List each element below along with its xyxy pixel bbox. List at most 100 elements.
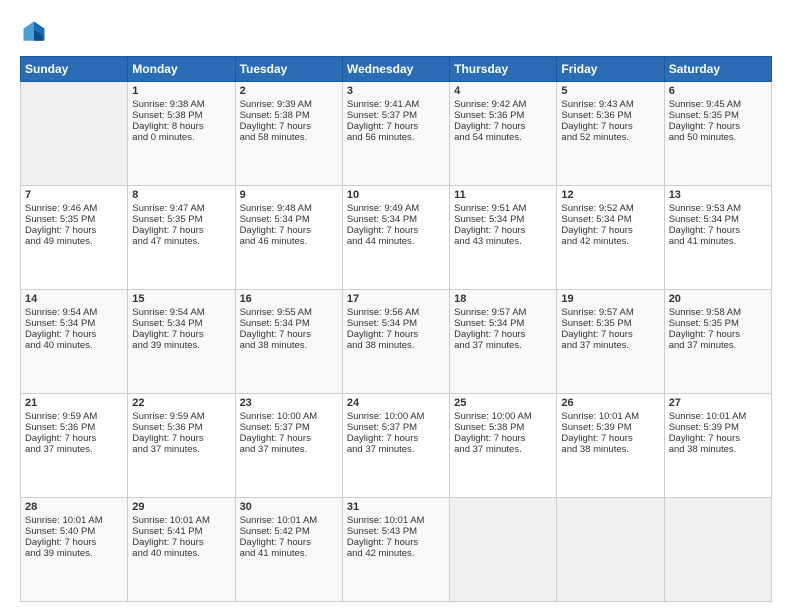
week-row-4: 21 Sunrise: 9:59 AM Sunset: 5:36 PM Dayl… — [21, 394, 772, 498]
sunset-text: Sunset: 5:35 PM — [132, 214, 202, 225]
calendar-cell: 17 Sunrise: 9:56 AM Sunset: 5:34 PM Dayl… — [342, 290, 449, 394]
weekday-header-friday: Friday — [557, 57, 664, 82]
day-number: 31 — [347, 501, 445, 513]
week-row-3: 14 Sunrise: 9:54 AM Sunset: 5:34 PM Dayl… — [21, 290, 772, 394]
daylight-minutes: and 38 minutes. — [347, 340, 415, 351]
day-number: 22 — [132, 397, 230, 409]
sunrise-text: Sunrise: 9:48 AM — [240, 203, 312, 214]
sunset-text: Sunset: 5:35 PM — [669, 110, 739, 121]
sunset-text: Sunset: 5:42 PM — [240, 526, 310, 537]
daylight-minutes: and 58 minutes. — [240, 132, 308, 143]
sunset-text: Sunset: 5:37 PM — [347, 422, 417, 433]
day-number: 15 — [132, 293, 230, 305]
sunrise-text: Sunrise: 9:54 AM — [132, 307, 204, 318]
logo — [20, 18, 52, 46]
day-number: 5 — [561, 85, 659, 97]
sunrise-text: Sunrise: 9:46 AM — [25, 203, 97, 214]
sunset-text: Sunset: 5:34 PM — [454, 214, 524, 225]
sunrise-text: Sunrise: 9:54 AM — [25, 307, 97, 318]
day-number: 27 — [669, 397, 767, 409]
daylight-minutes: and 40 minutes. — [25, 340, 93, 351]
sunset-text: Sunset: 5:39 PM — [561, 422, 631, 433]
sunset-text: Sunset: 5:34 PM — [669, 214, 739, 225]
day-number: 11 — [454, 189, 552, 201]
calendar-cell: 16 Sunrise: 9:55 AM Sunset: 5:34 PM Dayl… — [235, 290, 342, 394]
sunrise-text: Sunrise: 10:01 AM — [25, 515, 103, 526]
calendar-cell: 10 Sunrise: 9:49 AM Sunset: 5:34 PM Dayl… — [342, 186, 449, 290]
sunset-text: Sunset: 5:36 PM — [454, 110, 524, 121]
daylight-text: Daylight: 7 hours — [454, 225, 525, 236]
calendar-cell: 2 Sunrise: 9:39 AM Sunset: 5:38 PM Dayli… — [235, 82, 342, 186]
logo-icon — [20, 18, 48, 46]
daylight-text: Daylight: 7 hours — [132, 329, 203, 340]
calendar-cell: 18 Sunrise: 9:57 AM Sunset: 5:34 PM Dayl… — [450, 290, 557, 394]
calendar-cell: 26 Sunrise: 10:01 AM Sunset: 5:39 PM Day… — [557, 394, 664, 498]
sunrise-text: Sunrise: 10:01 AM — [669, 411, 747, 422]
daylight-minutes: and 37 minutes. — [561, 340, 629, 351]
daylight-text: Daylight: 7 hours — [25, 225, 96, 236]
calendar-cell: 4 Sunrise: 9:42 AM Sunset: 5:36 PM Dayli… — [450, 82, 557, 186]
daylight-minutes: and 37 minutes. — [240, 444, 308, 455]
sunset-text: Sunset: 5:34 PM — [25, 318, 95, 329]
sunset-text: Sunset: 5:36 PM — [25, 422, 95, 433]
week-row-1: 1 Sunrise: 9:38 AM Sunset: 5:38 PM Dayli… — [21, 82, 772, 186]
day-number: 29 — [132, 501, 230, 513]
calendar-cell: 5 Sunrise: 9:43 AM Sunset: 5:36 PM Dayli… — [557, 82, 664, 186]
sunrise-text: Sunrise: 9:51 AM — [454, 203, 526, 214]
sunset-text: Sunset: 5:35 PM — [25, 214, 95, 225]
day-number: 12 — [561, 189, 659, 201]
daylight-text: Daylight: 7 hours — [240, 121, 311, 132]
daylight-minutes: and 46 minutes. — [240, 236, 308, 247]
sunset-text: Sunset: 5:34 PM — [240, 214, 310, 225]
daylight-text: Daylight: 7 hours — [561, 121, 632, 132]
day-number: 21 — [25, 397, 123, 409]
sunrise-text: Sunrise: 9:39 AM — [240, 99, 312, 110]
sunset-text: Sunset: 5:36 PM — [561, 110, 631, 121]
page: SundayMondayTuesdayWednesdayThursdayFrid… — [0, 0, 792, 612]
daylight-text: Daylight: 7 hours — [454, 329, 525, 340]
daylight-minutes: and 44 minutes. — [347, 236, 415, 247]
day-number: 13 — [669, 189, 767, 201]
daylight-text: Daylight: 7 hours — [25, 537, 96, 548]
sunrise-text: Sunrise: 9:41 AM — [347, 99, 419, 110]
daylight-minutes: and 56 minutes. — [347, 132, 415, 143]
daylight-text: Daylight: 7 hours — [25, 433, 96, 444]
sunset-text: Sunset: 5:34 PM — [347, 214, 417, 225]
week-row-2: 7 Sunrise: 9:46 AM Sunset: 5:35 PM Dayli… — [21, 186, 772, 290]
sunrise-text: Sunrise: 9:59 AM — [25, 411, 97, 422]
day-number: 17 — [347, 293, 445, 305]
weekday-header-wednesday: Wednesday — [342, 57, 449, 82]
daylight-text: Daylight: 7 hours — [669, 225, 740, 236]
sunrise-text: Sunrise: 9:45 AM — [669, 99, 741, 110]
daylight-text: Daylight: 7 hours — [347, 225, 418, 236]
daylight-text: Daylight: 7 hours — [454, 433, 525, 444]
calendar-cell: 3 Sunrise: 9:41 AM Sunset: 5:37 PM Dayli… — [342, 82, 449, 186]
sunset-text: Sunset: 5:36 PM — [132, 422, 202, 433]
calendar-cell — [664, 498, 771, 602]
calendar-cell: 25 Sunrise: 10:00 AM Sunset: 5:38 PM Day… — [450, 394, 557, 498]
calendar-cell: 31 Sunrise: 10:01 AM Sunset: 5:43 PM Day… — [342, 498, 449, 602]
daylight-text: Daylight: 7 hours — [240, 329, 311, 340]
daylight-minutes: and 37 minutes. — [25, 444, 93, 455]
daylight-text: Daylight: 7 hours — [132, 225, 203, 236]
weekday-header-monday: Monday — [128, 57, 235, 82]
daylight-text: Daylight: 7 hours — [347, 121, 418, 132]
daylight-text: Daylight: 7 hours — [132, 433, 203, 444]
calendar-cell: 12 Sunrise: 9:52 AM Sunset: 5:34 PM Dayl… — [557, 186, 664, 290]
sunrise-text: Sunrise: 10:00 AM — [454, 411, 532, 422]
sunset-text: Sunset: 5:37 PM — [347, 110, 417, 121]
sunrise-text: Sunrise: 10:00 AM — [347, 411, 425, 422]
sunset-text: Sunset: 5:37 PM — [240, 422, 310, 433]
daylight-text: Daylight: 7 hours — [347, 329, 418, 340]
sunset-text: Sunset: 5:39 PM — [669, 422, 739, 433]
sunset-text: Sunset: 5:43 PM — [347, 526, 417, 537]
daylight-minutes: and 43 minutes. — [454, 236, 522, 247]
calendar-cell: 13 Sunrise: 9:53 AM Sunset: 5:34 PM Dayl… — [664, 186, 771, 290]
sunrise-text: Sunrise: 9:42 AM — [454, 99, 526, 110]
sunrise-text: Sunrise: 9:47 AM — [132, 203, 204, 214]
day-number: 28 — [25, 501, 123, 513]
daylight-minutes: and 42 minutes. — [561, 236, 629, 247]
daylight-text: Daylight: 7 hours — [347, 433, 418, 444]
sunrise-text: Sunrise: 10:01 AM — [347, 515, 425, 526]
sunset-text: Sunset: 5:41 PM — [132, 526, 202, 537]
